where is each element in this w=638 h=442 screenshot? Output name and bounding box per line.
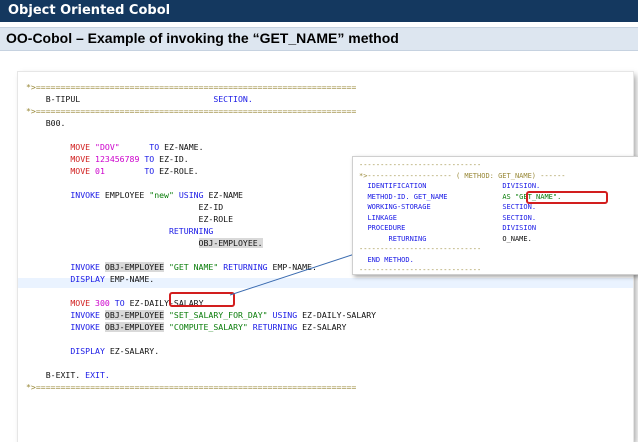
separator-line: ----------------------------- xyxy=(359,161,482,169)
method-definition-popup: ----------------------------- *>--------… xyxy=(352,156,638,275)
end-method: END METHOD. xyxy=(367,255,414,264)
separator-line: ----------------------------- xyxy=(359,245,482,253)
code-left: PROCEDURE xyxy=(367,224,406,232)
code-right: DIVISION. xyxy=(502,182,541,190)
code-left: IDENTIFICATION xyxy=(367,182,427,190)
code-left: METHOD-ID. GET_NAME xyxy=(367,192,448,201)
code-right: SECTION. xyxy=(502,203,537,211)
separator-line: ----------------------------- xyxy=(359,266,482,274)
method-header: ( METHOD: GET_NAME) ------ xyxy=(455,171,566,180)
separator-line: *>-------------------- xyxy=(359,171,452,180)
code-left: WORKING-STORAGE xyxy=(367,203,431,211)
code-right: O_NAME. xyxy=(502,234,532,243)
method-code-block: ----------------------------- *>--------… xyxy=(359,160,566,276)
code-right: SECTION. xyxy=(502,213,537,222)
code-left: LINKAGE xyxy=(367,213,397,222)
code-left: RETURNING xyxy=(388,234,427,243)
method-alias-highlight xyxy=(526,191,608,204)
code-right: DIVISION xyxy=(502,224,537,232)
